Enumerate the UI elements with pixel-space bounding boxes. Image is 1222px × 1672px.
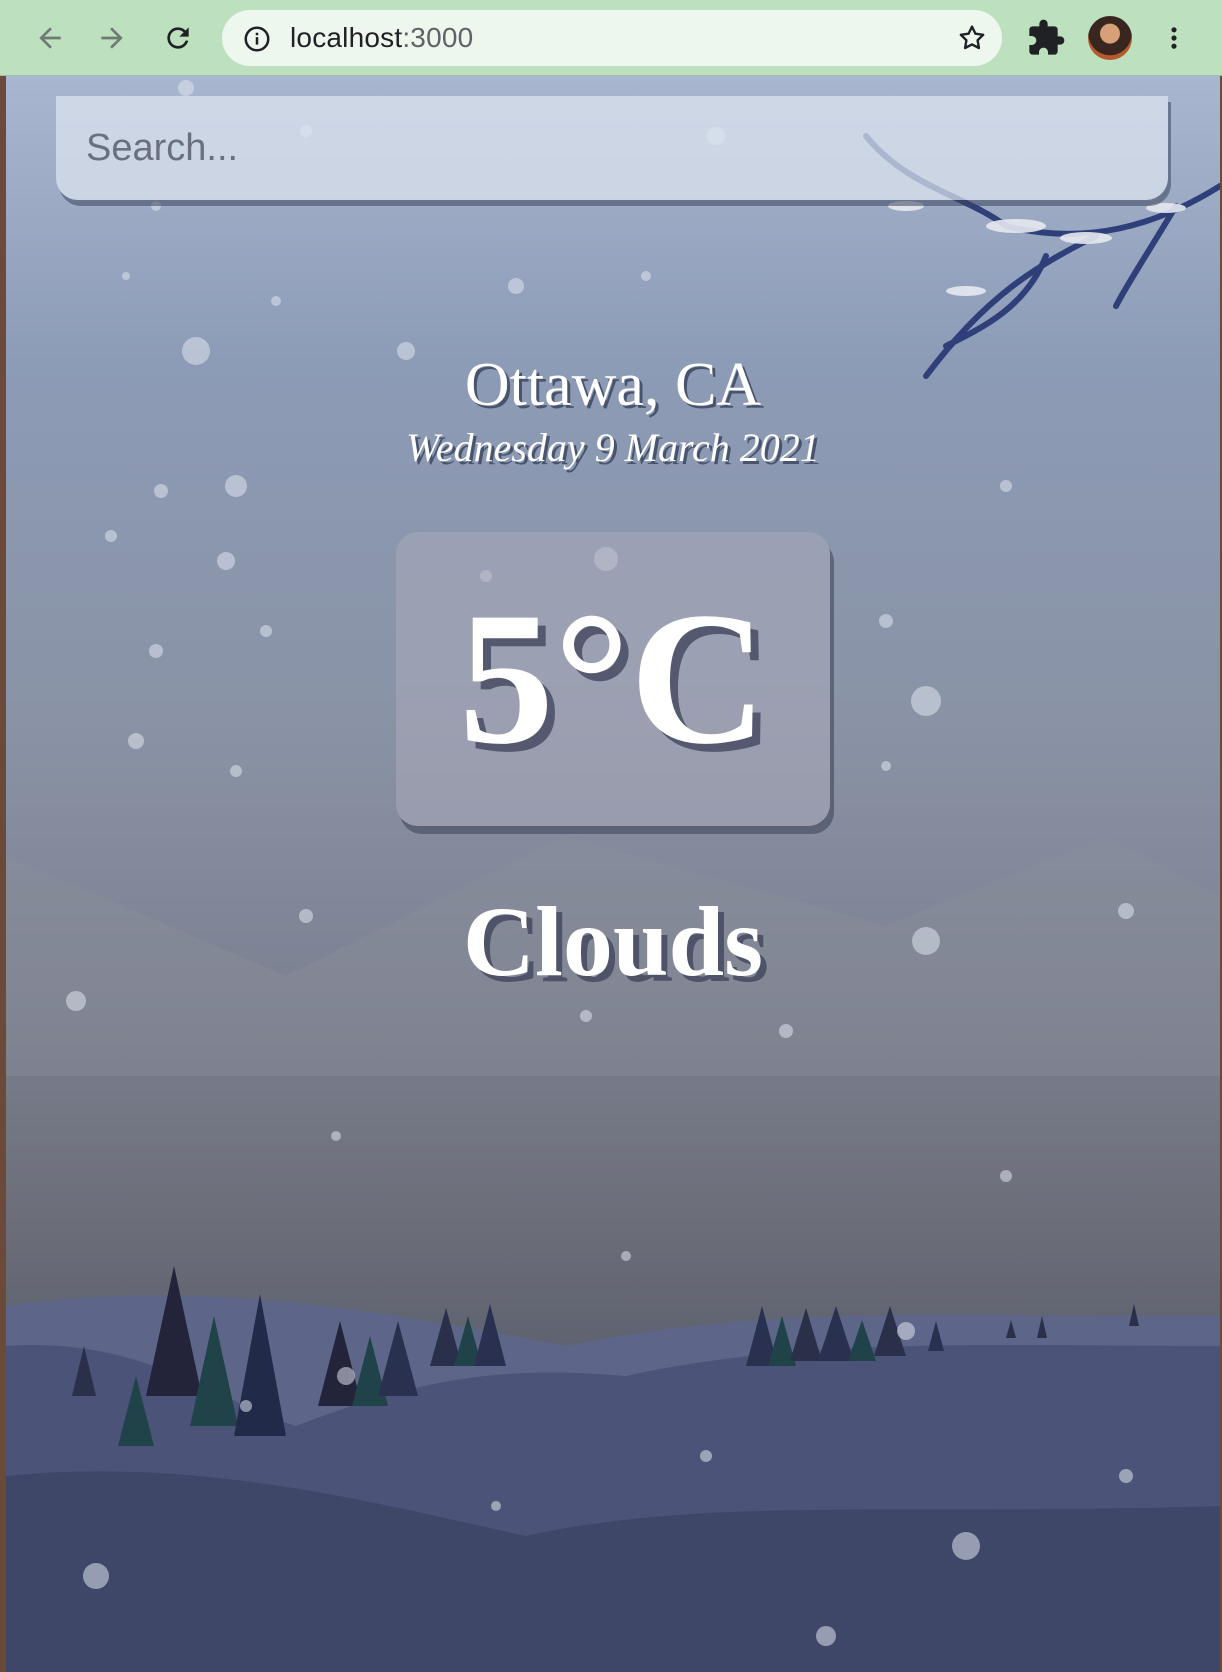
winter-background [6,80,1220,1672]
star-icon[interactable] [956,22,988,54]
search-input[interactable] [56,96,1168,200]
location-title: Ottawa, CA [464,351,762,419]
more-vert-icon[interactable] [1160,20,1188,56]
url-port: :3000 [402,22,474,53]
browser-toolbar: localhost:3000 [0,0,1222,76]
profile-avatar[interactable] [1088,16,1132,60]
puzzle-icon[interactable] [1026,18,1066,58]
reload-icon [167,27,189,49]
weather-condition: Clouds [462,886,764,997]
back-arrow-icon [39,27,61,49]
address-bar[interactable]: localhost:3000 [222,10,1002,66]
temperature-value: 5°C [458,574,768,784]
temperature-card: 5°C [396,532,830,826]
back-button[interactable] [26,14,74,62]
url-text[interactable]: localhost:3000 [290,22,473,54]
reload-button[interactable] [154,14,202,62]
url-host: localhost [290,22,403,53]
page-viewport: Ottawa, CA Wednesday 9 March 2021 5°C Cl… [6,76,1220,1672]
forward-arrow-icon [101,27,123,49]
date-text: Wednesday 9 March 2021 [406,425,820,470]
info-icon[interactable] [242,24,272,54]
forward-button[interactable] [88,14,136,62]
